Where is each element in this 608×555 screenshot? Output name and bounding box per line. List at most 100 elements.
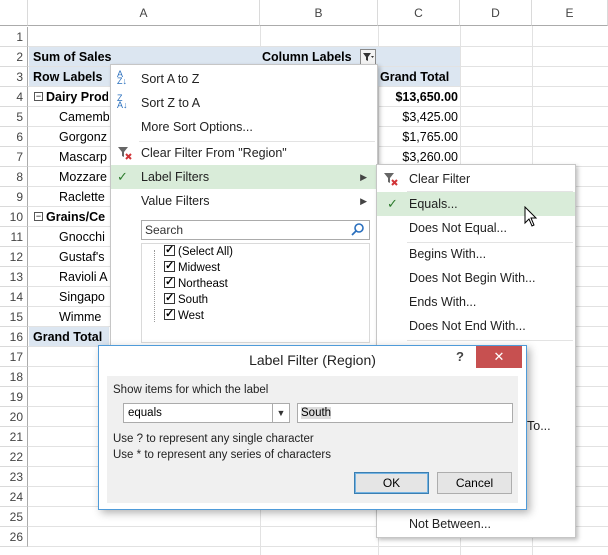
column-header-b[interactable]: B	[260, 0, 378, 26]
pivot-sum-label: Sum of Sales	[33, 50, 112, 64]
row-header[interactable]: 5	[0, 107, 28, 127]
hint-series-chars: Use * to represent any series of charact…	[113, 449, 331, 461]
operator-select[interactable]: equals ▼	[123, 403, 290, 423]
pivot-value-camembert: $3,425.00	[402, 110, 458, 124]
submenu-between-partial[interactable]: To...	[527, 414, 575, 438]
submenu-arrow-icon: ▶	[360, 196, 367, 206]
submenu-arrow-icon: ▶	[360, 172, 367, 182]
hint-single-char: Use ? to represent any single character	[113, 433, 314, 445]
column-header-e[interactable]: E	[532, 0, 608, 26]
sort-ascending-icon: A Z↓	[117, 69, 127, 86]
row-header[interactable]: 10	[0, 207, 28, 227]
row-header[interactable]: 21	[0, 427, 28, 447]
checkbox-checked-icon	[164, 274, 175, 290]
row-header[interactable]: 26	[0, 527, 28, 547]
check-icon: ✓	[387, 196, 398, 211]
more-sort-options[interactable]: More Sort Options...	[111, 115, 377, 139]
submenu-ends-with[interactable]: Ends With...	[377, 290, 575, 314]
row-header[interactable]: 7	[0, 147, 28, 167]
row-header[interactable]: 23	[0, 467, 28, 487]
mouse-cursor-icon	[524, 205, 538, 228]
submenu-equals[interactable]: ✓ Equals...	[377, 192, 575, 216]
gridline	[28, 546, 608, 547]
row-header[interactable]: 22	[0, 447, 28, 467]
row-header[interactable]: 24	[0, 487, 28, 507]
checkbox-checked-icon	[164, 258, 175, 274]
column-header-c[interactable]: C	[378, 0, 460, 26]
row-header[interactable]: 3	[0, 67, 28, 87]
pivot-grand-total: Grand Total	[33, 330, 103, 344]
row-header[interactable]: 1	[0, 27, 28, 47]
close-button[interactable]: ✕	[476, 346, 522, 368]
checkbox-west[interactable]: West	[164, 306, 204, 324]
submenu-not-between[interactable]: Not Between...	[377, 512, 575, 536]
search-input[interactable]: Search	[141, 220, 370, 240]
region-checklist: (Select All) Midwest Northeast South Wes…	[141, 242, 370, 343]
row-header[interactable]: 20	[0, 407, 28, 427]
pivot-grand-total-header: Grand Total	[380, 70, 450, 84]
pivot-row-grains: Grains/Ce	[46, 210, 106, 224]
row-header[interactable]: 11	[0, 227, 28, 247]
cancel-button[interactable]: Cancel	[437, 472, 512, 494]
row-header[interactable]: 8	[0, 167, 28, 187]
collapse-icon[interactable]: −	[34, 212, 43, 221]
sort-descending-icon: Z A↓	[117, 93, 128, 110]
clear-filter-region[interactable]: Clear Filter From "Region"	[111, 141, 377, 165]
pivot-row-mascarpone: Mascarp	[59, 150, 107, 164]
collapse-icon[interactable]: −	[34, 92, 43, 101]
checkbox-checked-icon	[164, 306, 175, 322]
checkbox-checked-icon	[164, 242, 175, 258]
label-filters[interactable]: ✓ Label Filters ▶	[111, 165, 377, 189]
value-input[interactable]: South	[297, 403, 513, 423]
ok-button[interactable]: OK	[354, 472, 429, 494]
pivot-row-gustafs: Gustaf's	[59, 250, 105, 264]
checkbox-checked-icon	[164, 290, 175, 306]
submenu-does-not-equal[interactable]: Does Not Equal...	[377, 216, 575, 240]
label-filter-dialog: Label Filter (Region) ? ✕ Show items for…	[98, 345, 527, 510]
sort-z-to-a[interactable]: Z A↓ Sort Z to A	[111, 91, 377, 115]
pivot-row-labels: Row Labels	[33, 70, 103, 84]
row-header[interactable]: 25	[0, 507, 28, 527]
chevron-down-icon: ▼	[272, 404, 289, 422]
clear-filter-icon	[117, 145, 135, 161]
pivot-row-gnocchi: Gnocchi	[59, 230, 105, 244]
row-header[interactable]: 16	[0, 327, 28, 347]
submenu-begins-with[interactable]: Begins With...	[377, 242, 575, 266]
row-header[interactable]: 14	[0, 287, 28, 307]
row-header[interactable]: 13	[0, 267, 28, 287]
row-header[interactable]: 9	[0, 187, 28, 207]
value-filters[interactable]: Value Filters ▶	[111, 189, 377, 213]
group-label: Show items for which the label	[113, 384, 269, 396]
row-header[interactable]: 12	[0, 247, 28, 267]
sort-a-to-z[interactable]: A Z↓ Sort A to Z	[111, 67, 377, 91]
row-header[interactable]: 17	[0, 347, 28, 367]
checkbox-select-all[interactable]: (Select All)	[164, 242, 233, 260]
help-button[interactable]: ?	[456, 346, 472, 368]
pivot-value-gorgonzola: $1,765.00	[402, 130, 458, 144]
pivot-row-mozzarella: Mozzare	[59, 170, 107, 184]
column-header-d[interactable]: D	[460, 0, 532, 26]
row-header[interactable]: 15	[0, 307, 28, 327]
row-header[interactable]: 18	[0, 367, 28, 387]
check-icon: ✓	[117, 169, 128, 184]
pivot-row-singapore: Singapo	[59, 290, 105, 304]
pivot-row-dairy: Dairy Prod	[46, 90, 108, 104]
pivot-value-dairy: $13,650.00	[395, 90, 458, 104]
row-header[interactable]: 19	[0, 387, 28, 407]
pivot-row-gorgonzola: Gorgonz	[59, 130, 107, 144]
pivot-row-wimmers: Wimme	[59, 310, 102, 324]
row-header[interactable]: 4	[0, 87, 28, 107]
submenu-does-not-begin-with[interactable]: Does Not Begin With...	[377, 266, 575, 290]
filter-dropdown-menu: A Z↓ Sort A to Z Z A↓ Sort Z to A More Sor…	[110, 64, 378, 346]
pivot-row-camembert: Camemb	[59, 110, 109, 124]
pivot-row-ravioli: Ravioli A	[59, 270, 108, 284]
filter-dropdown-icon[interactable]	[360, 49, 376, 65]
pivot-row-raclette: Raclette	[59, 190, 105, 204]
select-all-corner[interactable]	[0, 0, 28, 26]
submenu-clear-filter[interactable]: Clear Filter	[377, 167, 575, 191]
submenu-does-not-end-with[interactable]: Does Not End With...	[377, 314, 575, 338]
search-icon	[351, 222, 365, 236]
row-header[interactable]: 2	[0, 47, 28, 67]
row-header[interactable]: 6	[0, 127, 28, 147]
column-header-a[interactable]: A	[28, 0, 260, 26]
